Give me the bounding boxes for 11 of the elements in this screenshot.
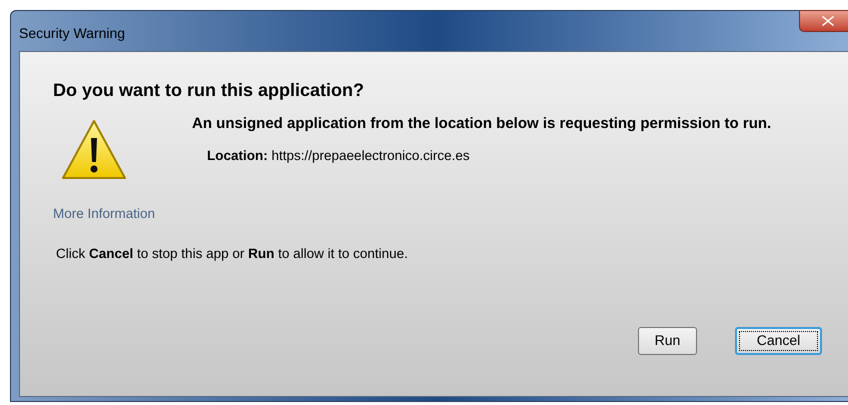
- dialog-button[interactable]: Cancel: [735, 326, 822, 354]
- close-icon: [822, 16, 834, 26]
- dialog-heading: Do you want to run this application?: [53, 79, 365, 102]
- window-title: Security Warning: [19, 24, 126, 43]
- more-information-link[interactable]: More Information: [53, 204, 156, 224]
- dialog-button[interactable]: Run: [638, 326, 697, 354]
- warning-message: An unsigned application from the location below is requesting permission to run.: [192, 114, 772, 134]
- instruction-text: Click Cancel to stop this app or Run to allow it to continue.: [56, 245, 409, 264]
- location-text: Location: https://prepaeelectronico.circe.es: [207, 147, 471, 165]
- warning-icon: [60, 118, 128, 182]
- close-button[interactable]: [799, 10, 848, 32]
